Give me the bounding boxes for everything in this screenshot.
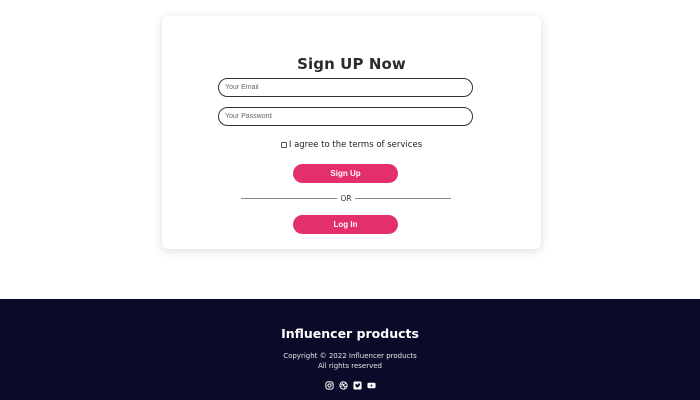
email-field[interactable] [218,78,473,97]
signup-button[interactable]: Sign Up [293,164,398,183]
terms-checkbox[interactable] [280,142,287,148]
or-label: OR [340,194,352,203]
login-button[interactable]: Log In [293,215,398,234]
password-field[interactable] [218,107,473,126]
twitter-icon[interactable] [352,381,362,390]
page: Sign UP Now I agree to the terms of serv… [0,0,700,400]
dribbble-icon[interactable] [338,381,348,390]
or-divider: OR [241,194,451,203]
divider-line-left [241,198,338,199]
rights-text: All rights reserved [318,362,382,370]
signup-card: Sign UP Now I agree to the terms of serv… [162,16,541,249]
copyright-text: Copyright © 2022 Influencer products [283,352,417,360]
footer: Influencer products Copyright © 2022 Inf… [0,299,700,400]
terms-label[interactable]: I agree to the terms of services [289,140,422,150]
instagram-icon[interactable] [324,381,334,390]
footer-title: Influencer products [281,326,419,341]
terms-row: I agree to the terms of services [162,140,541,150]
youtube-icon[interactable] [366,381,376,390]
social-links [0,381,700,390]
divider-line-right [354,198,451,199]
page-title: Sign UP Now [297,55,406,73]
